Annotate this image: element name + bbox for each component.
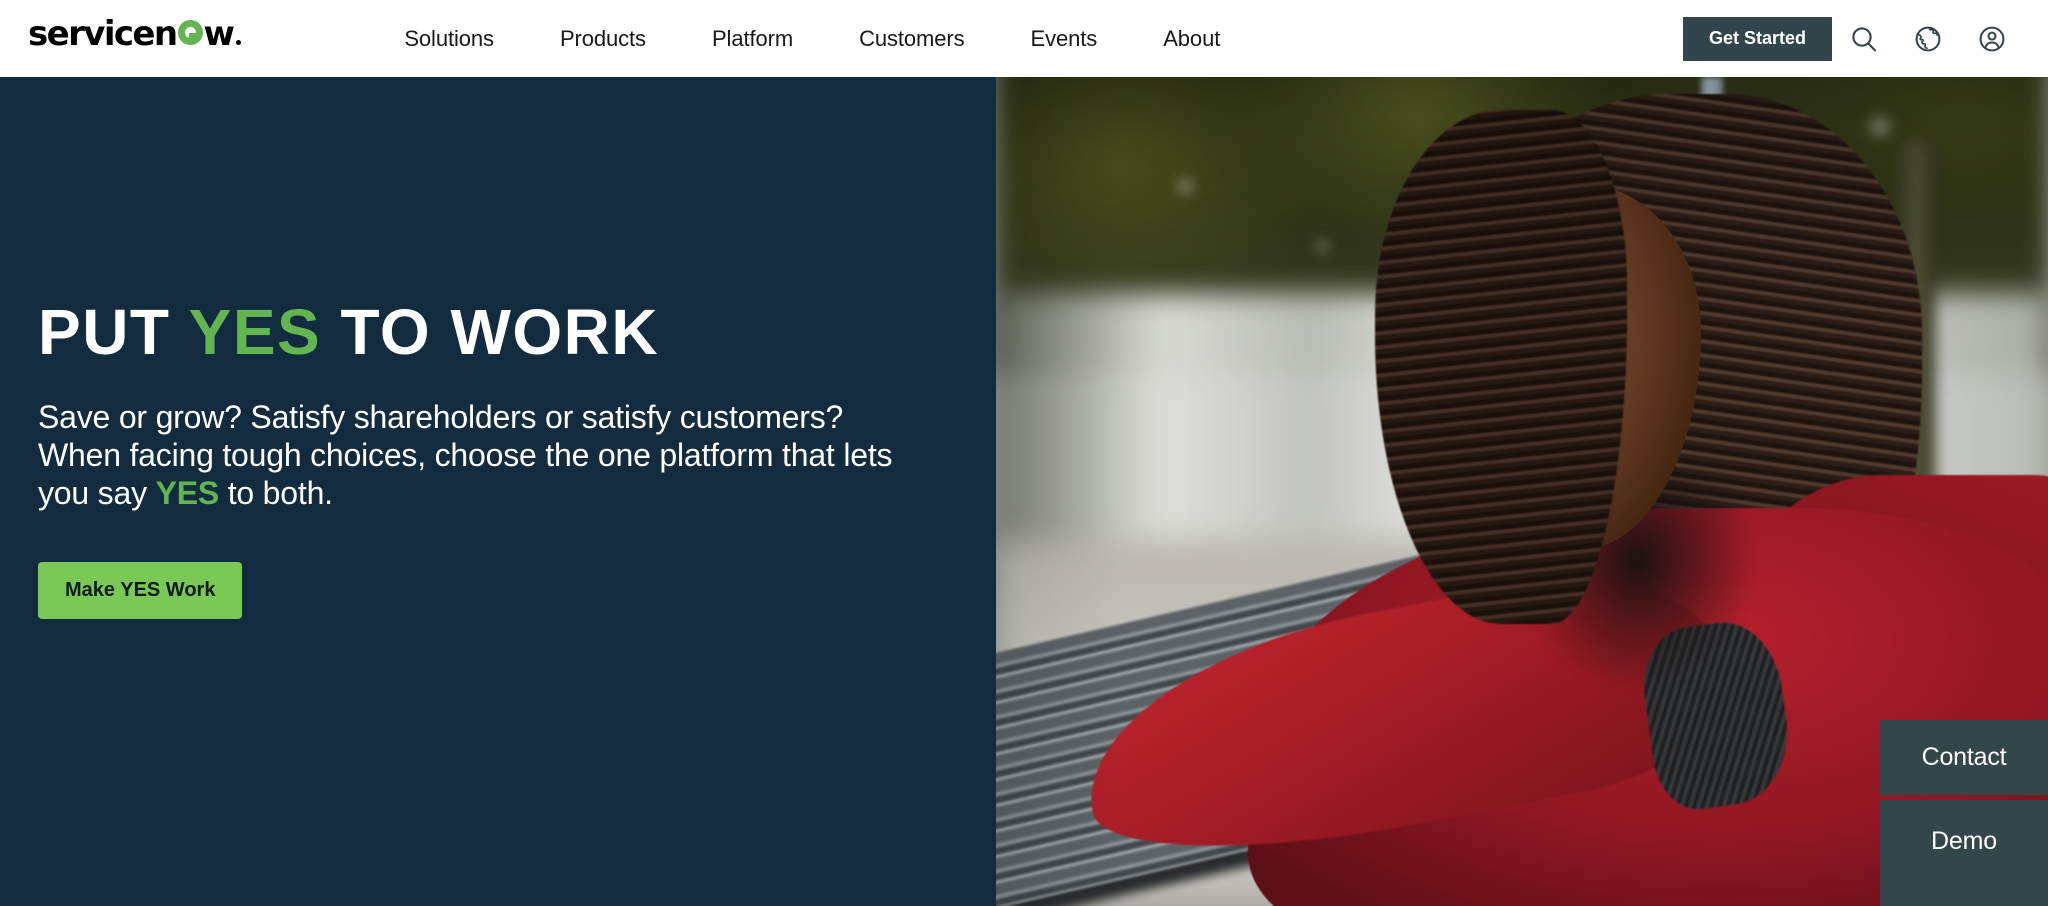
logo-text-before: servicen — [28, 14, 178, 54]
nav-item-about[interactable]: About — [1130, 26, 1253, 52]
language-selector-button[interactable] — [1896, 9, 1960, 69]
headline-part-2: TO WORK — [321, 296, 660, 368]
hero-section: PUT YES TO WORK Save or grow? Satisfy sh… — [0, 77, 2048, 906]
logo-registered-dot-icon — [236, 40, 242, 45]
hero-copy: PUT YES TO WORK Save or grow? Satisfy sh… — [38, 296, 968, 620]
search-button[interactable] — [1832, 9, 1896, 69]
sticky-tab-demo[interactable]: Demo — [1880, 800, 2048, 906]
nav-item-platform[interactable]: Platform — [679, 26, 826, 52]
subhead-line-2: When facing tough choices, choose the on… — [38, 437, 835, 474]
main-navigation: Solutions Products Platform Customers Ev… — [371, 26, 1253, 52]
subhead-line-1: Save or grow? Satisfy shareholders or sa… — [38, 399, 844, 436]
subhead-line-3-after: to both. — [219, 475, 333, 512]
sticky-tab-contact[interactable]: Contact — [1880, 720, 2048, 795]
site-header: servicen w Solutions Products Platform C… — [0, 0, 2048, 77]
nav-item-solutions[interactable]: Solutions — [371, 26, 527, 52]
account-button[interactable] — [1960, 9, 2024, 69]
search-icon — [1852, 26, 1877, 51]
hero-headline: PUT YES TO WORK — [38, 296, 968, 368]
get-started-button[interactable]: Get Started — [1682, 16, 1832, 61]
sticky-action-tabs: Contact Demo — [1880, 720, 2048, 906]
nav-item-events[interactable]: Events — [998, 26, 1131, 52]
subject-hair-front — [1374, 110, 1628, 625]
servicenow-logo[interactable]: servicen w — [28, 0, 242, 77]
make-yes-work-button[interactable]: Make YES Work — [38, 562, 243, 620]
header-actions: Get Started — [1682, 0, 2024, 77]
logo-o-ring-icon — [177, 20, 203, 45]
nav-item-products[interactable]: Products — [527, 26, 679, 52]
nav-item-customers[interactable]: Customers — [826, 26, 997, 52]
hero-subheading: Save or grow? Satisfy shareholders or sa… — [38, 398, 928, 512]
headline-part-1: PUT — [38, 296, 189, 368]
logo-wordmark: servicen w — [28, 14, 242, 54]
globe-icon — [1915, 26, 1941, 51]
account-icon — [1979, 26, 2005, 51]
headline-accent-yes: YES — [188, 296, 322, 368]
subhead-accent-yes: YES — [155, 475, 220, 512]
logo-text-after: w — [203, 14, 235, 54]
